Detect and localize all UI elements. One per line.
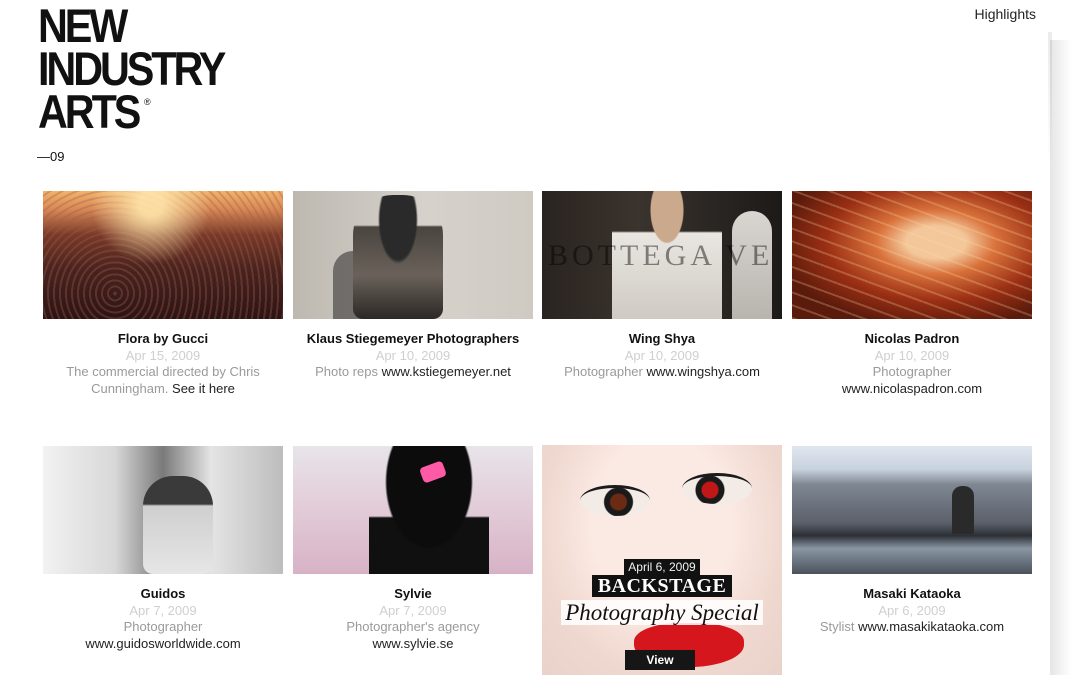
backstage-feature-banner[interactable]: April 6, 2009 BACKSTAGE Photography Spec… <box>542 445 782 675</box>
card-date: Apr 15, 2009 <box>125 347 201 363</box>
card-date: Apr 10, 2009 <box>624 347 700 363</box>
card-date: Apr 7, 2009 <box>129 602 197 618</box>
card-thumbnail[interactable] <box>293 191 533 319</box>
card-caption: Masaki Kataoka Apr 6, 2009 Stylist www.m… <box>792 586 1032 636</box>
card-description: Stylist <box>819 619 855 634</box>
card-caption: Guidos Apr 7, 2009 Photographer www.guid… <box>43 586 283 652</box>
card-link[interactable]: See it here <box>172 381 235 396</box>
card-title[interactable]: Sylvie <box>293 586 533 603</box>
card-title[interactable]: Masaki Kataoka <box>792 586 1032 603</box>
card-thumbnail[interactable] <box>293 446 533 574</box>
thumb-figure <box>353 195 443 319</box>
banner-eye-right <box>682 473 752 504</box>
card-date: Apr 6, 2009 <box>878 602 946 618</box>
site-logo[interactable]: NEW INDUSTRY ARTS ® <box>38 0 249 138</box>
card-title[interactable]: Flora by Gucci <box>43 331 283 348</box>
card-wing-shya: BOTTEGA VE Wing Shya Apr 10, 2009 Photog… <box>542 191 782 381</box>
card-guidos: Guidos Apr 7, 2009 Photographer www.guid… <box>43 446 283 652</box>
card-description: Photo reps <box>315 364 378 379</box>
card-klaus-stiegemeyer: Klaus Stiegemeyer Photographers Apr 10, … <box>293 191 533 381</box>
card-link[interactable]: www.sylvie.se <box>373 636 454 651</box>
logo-line-3: ARTS <box>38 85 141 138</box>
thumb-brand-text: BOTTEGA VE <box>548 239 774 272</box>
card-title[interactable]: Klaus Stiegemeyer Photographers <box>293 331 533 348</box>
thumb-figure <box>952 486 974 534</box>
card-description: Photographer's agency <box>346 619 480 634</box>
logo-line-1: NEW <box>38 0 128 52</box>
card-thumbnail[interactable] <box>792 191 1032 319</box>
card-description: Photographer <box>872 364 952 379</box>
highlights-link[interactable]: Highlights <box>975 6 1036 22</box>
card-thumbnail[interactable] <box>792 446 1032 574</box>
banner-subtitle: Photography Special <box>542 600 782 626</box>
card-caption: Nicolas Padron Apr 10, 2009 Photographer… <box>792 331 1032 397</box>
edition-label: —09 <box>37 149 65 164</box>
banner-eye-left <box>580 485 650 516</box>
card-flora-by-gucci: Flora by Gucci Apr 15, 2009 The commerci… <box>43 191 283 397</box>
card-masaki-kataoka: Masaki Kataoka Apr 6, 2009 Stylist www.m… <box>792 446 1032 636</box>
card-caption: Flora by Gucci Apr 15, 2009 The commerci… <box>43 331 283 397</box>
card-link[interactable]: www.nicolaspadron.com <box>842 381 982 396</box>
logo-line-2: INDUSTRY <box>38 42 226 95</box>
card-caption: Sylvie Apr 7, 2009 Photographer's agency… <box>293 586 533 652</box>
card-caption: Klaus Stiegemeyer Photographers Apr 10, … <box>293 331 533 381</box>
card-title[interactable]: Guidos <box>43 586 283 603</box>
card-description: Photographer <box>564 364 643 379</box>
banner-date: April 6, 2009 <box>542 558 782 576</box>
card-description: Photographer <box>123 619 203 634</box>
card-link[interactable]: www.kstiegemeyer.net <box>382 364 511 379</box>
card-title[interactable]: Nicolas Padron <box>792 331 1032 348</box>
card-nicolas-padron: Nicolas Padron Apr 10, 2009 Photographer… <box>792 191 1032 397</box>
card-link[interactable]: www.wingshya.com <box>646 364 759 379</box>
card-thumbnail[interactable]: BOTTEGA VE <box>542 191 782 319</box>
view-button[interactable]: View <box>625 650 695 670</box>
card-date: Apr 10, 2009 <box>375 347 451 363</box>
page-right-edge <box>1048 32 1052 167</box>
card-thumbnail[interactable] <box>43 446 283 574</box>
card-thumbnail[interactable] <box>43 191 283 319</box>
card-date: Apr 7, 2009 <box>379 602 447 618</box>
page-right-shadow <box>1050 40 1080 675</box>
card-link[interactable]: www.guidosworldwide.com <box>85 636 240 651</box>
thumb-figure <box>143 476 213 574</box>
registered-mark: ® <box>144 97 151 107</box>
card-link[interactable]: www.masakikataoka.com <box>858 619 1004 634</box>
card-title[interactable]: Wing Shya <box>542 331 782 348</box>
card-caption: Wing Shya Apr 10, 2009 Photographer www.… <box>542 331 782 381</box>
card-sylvie: Sylvie Apr 7, 2009 Photographer's agency… <box>293 446 533 652</box>
card-date: Apr 10, 2009 <box>874 347 950 363</box>
banner-title: BACKSTAGE <box>542 575 782 598</box>
